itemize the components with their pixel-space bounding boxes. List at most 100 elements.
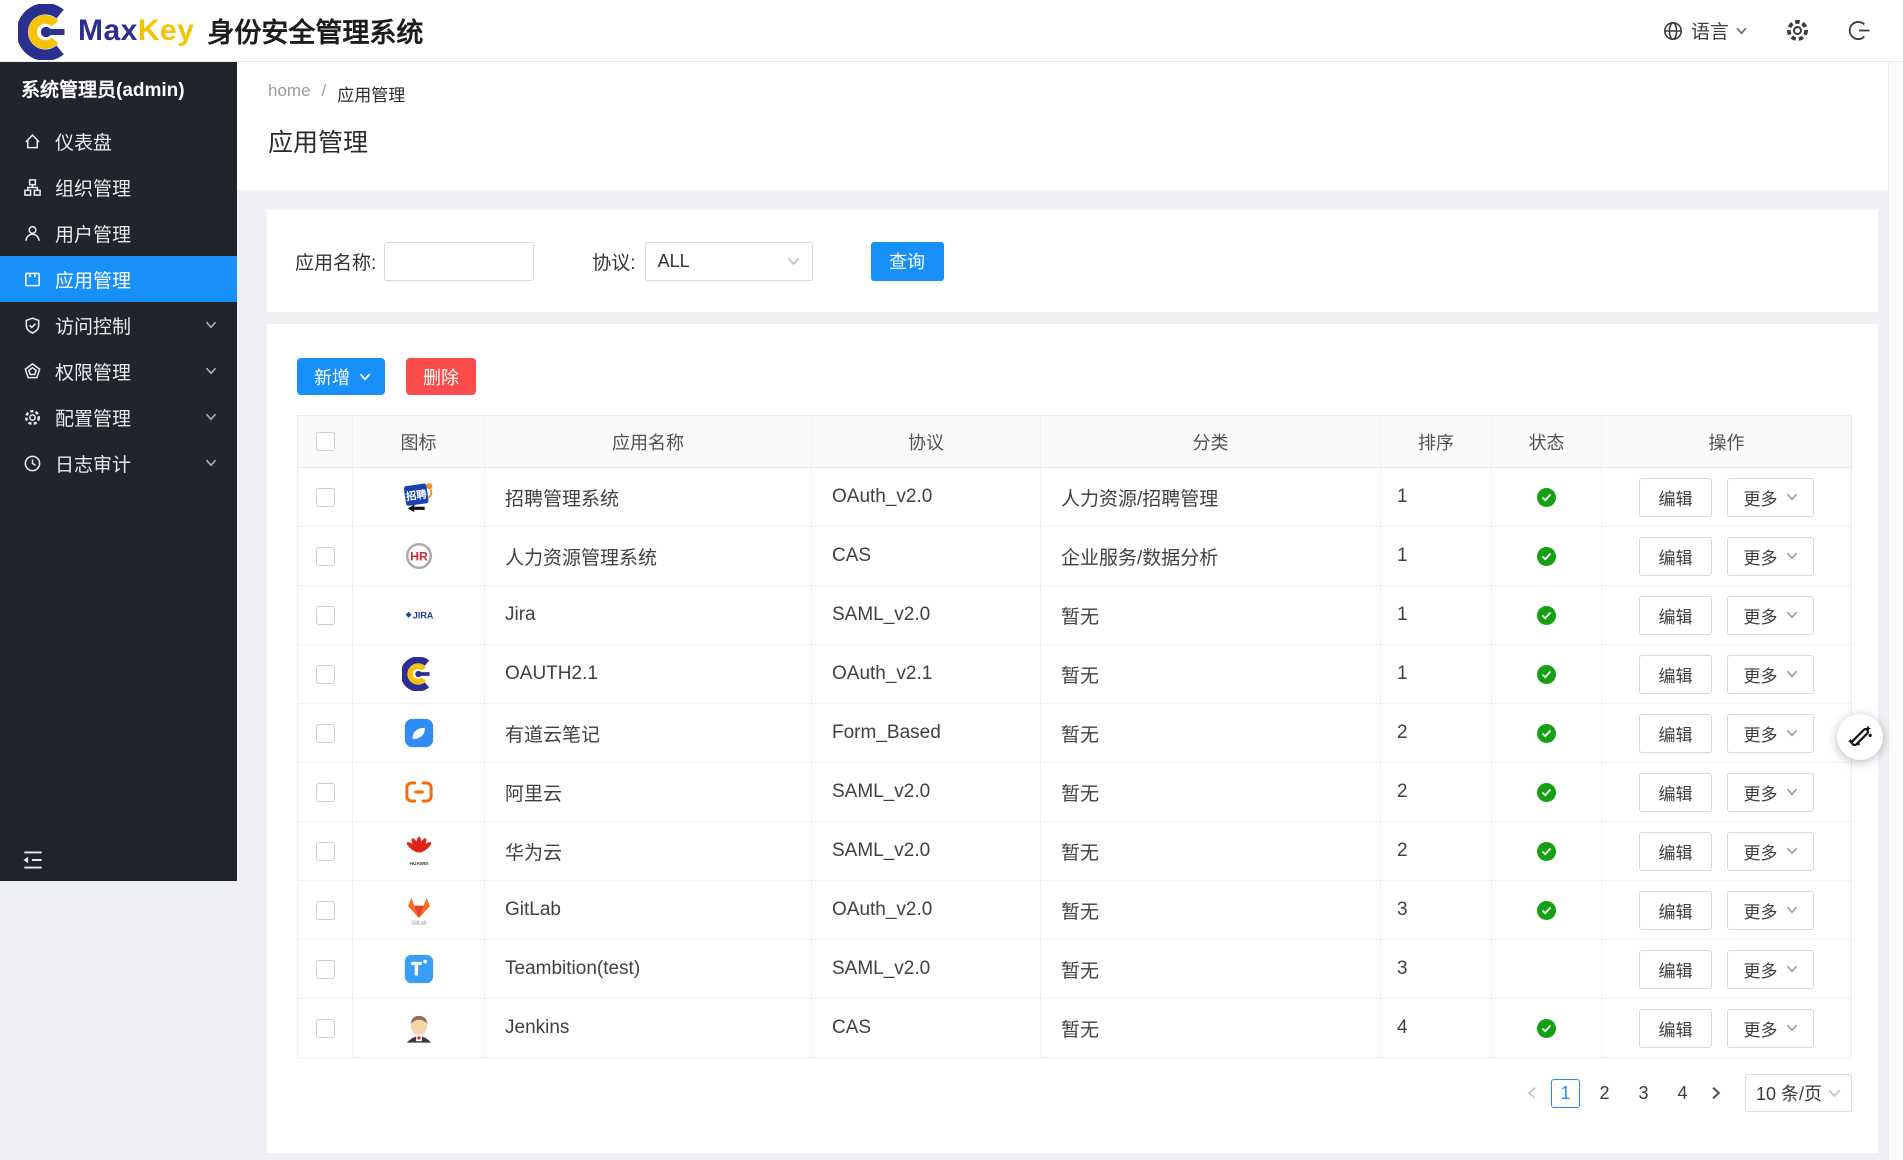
table-toolbar: 新增 删除	[297, 358, 1852, 395]
more-button[interactable]: 更多	[1727, 596, 1814, 635]
app-sort-cell: 1	[1381, 645, 1492, 703]
table-row: OAUTH2.1 OAuth_v2.1 暂无 1 编辑 更多	[298, 645, 1851, 704]
row-checkbox[interactable]	[316, 842, 335, 861]
row-select-cell	[298, 881, 353, 939]
breadcrumb: home / 应用管理	[268, 81, 1903, 106]
jenkins-logo	[402, 1011, 436, 1045]
more-button[interactable]: 更多	[1727, 950, 1814, 989]
select-all-checkbox[interactable]	[316, 432, 335, 451]
edit-button[interactable]: 编辑	[1639, 714, 1712, 753]
page-number-button[interactable]: 3	[1629, 1079, 1658, 1108]
app-icon-cell	[353, 999, 485, 1057]
row-checkbox[interactable]	[316, 783, 335, 802]
prev-page-button[interactable]	[1518, 1086, 1546, 1100]
app-actions-cell: 编辑 更多	[1602, 704, 1851, 762]
app-name-cell: 人力资源管理系统	[485, 527, 812, 585]
edit-button[interactable]: 编辑	[1639, 1009, 1712, 1048]
app-protocol-cell: SAML_v2.0	[812, 763, 1041, 821]
more-button[interactable]: 更多	[1727, 773, 1814, 812]
app-actions-cell: 编辑 更多	[1602, 881, 1851, 939]
app-category-cell: 暂无	[1041, 881, 1381, 939]
breadcrumb-home[interactable]: home	[268, 81, 311, 106]
row-checkbox[interactable]	[316, 488, 335, 507]
magic-wand-floating-button[interactable]	[1837, 714, 1883, 760]
org-icon	[23, 178, 42, 197]
row-checkbox[interactable]	[316, 960, 335, 979]
logout-button[interactable]	[1848, 19, 1871, 42]
app-name-label: 应用名称:	[295, 248, 376, 275]
gitlab-logo: GitLab	[402, 893, 436, 927]
app-status-cell	[1492, 763, 1602, 821]
table-row: GitLab GitLab OAuth_v2.0 暂无 3 编辑 更多	[298, 881, 1851, 940]
table-row: HUAWEI 华为云 SAML_v2.0 暂无 2 编辑 更多	[298, 822, 1851, 881]
row-checkbox[interactable]	[316, 724, 335, 743]
more-button[interactable]: 更多	[1727, 537, 1814, 576]
more-button[interactable]: 更多	[1727, 655, 1814, 694]
language-label: 语言	[1691, 17, 1729, 44]
add-button-label: 新增	[314, 364, 350, 390]
app-protocol-cell: CAS	[812, 999, 1041, 1057]
app-icon-cell: HUAWEI	[353, 822, 485, 880]
add-button[interactable]: 新增	[297, 358, 385, 395]
settings-button[interactable]	[1785, 18, 1810, 43]
chevron-down-icon	[1828, 1089, 1841, 1098]
top-nav: MaxKey 身份安全管理系统 语言	[0, 0, 1903, 62]
sidebar-item-config[interactable]: 配置管理	[0, 394, 237, 440]
app-actions-cell: 编辑 更多	[1602, 940, 1851, 998]
app-protocol-cell: CAS	[812, 527, 1041, 585]
app-sort-cell: 2	[1381, 763, 1492, 821]
app-name-input[interactable]	[384, 242, 534, 281]
row-checkbox[interactable]	[316, 901, 335, 920]
sidebar-item-user[interactable]: 用户管理	[0, 210, 237, 256]
app-category-cell: 暂无	[1041, 940, 1381, 998]
next-page-button[interactable]	[1702, 1086, 1730, 1100]
row-checkbox[interactable]	[316, 547, 335, 566]
edit-button[interactable]: 编辑	[1639, 773, 1712, 812]
table-header-row: 图标 应用名称 协议 分类 排序 状态 操作	[298, 416, 1851, 468]
top-nav-actions: 语言	[1662, 17, 1903, 44]
page-number-button[interactable]: 4	[1668, 1079, 1697, 1108]
edit-button[interactable]: 编辑	[1639, 537, 1712, 576]
edit-button[interactable]: 编辑	[1639, 891, 1712, 930]
row-checkbox[interactable]	[316, 665, 335, 684]
more-button[interactable]: 更多	[1727, 891, 1814, 930]
maxkey-logo	[18, 4, 76, 60]
chevron-down-icon	[1786, 670, 1798, 678]
sidebar-item-app[interactable]: 应用管理	[0, 256, 237, 302]
maxkey-logo	[402, 657, 436, 691]
edit-button[interactable]: 编辑	[1639, 655, 1712, 694]
scrollbar-track[interactable]	[1888, 62, 1903, 1160]
edit-button[interactable]: 编辑	[1639, 832, 1712, 871]
edit-button[interactable]: 编辑	[1639, 596, 1712, 635]
row-checkbox[interactable]	[316, 606, 335, 625]
sidebar-item-access[interactable]: 访问控制	[0, 302, 237, 348]
more-button[interactable]: 更多	[1727, 1009, 1814, 1048]
chevron-down-icon	[1786, 965, 1798, 973]
page-number-button[interactable]: 1	[1551, 1079, 1580, 1108]
search-button[interactable]: 查询	[871, 242, 944, 281]
column-header-icon: 图标	[353, 416, 485, 467]
delete-button[interactable]: 删除	[406, 358, 476, 395]
more-button[interactable]: 更多	[1727, 714, 1814, 753]
app-icon-cell: JIRA	[353, 586, 485, 644]
language-dropdown[interactable]: 语言	[1662, 17, 1747, 44]
app-sort-cell: 2	[1381, 704, 1492, 762]
edit-button[interactable]: 编辑	[1639, 950, 1712, 989]
row-checkbox[interactable]	[316, 1019, 335, 1038]
more-button[interactable]: 更多	[1727, 478, 1814, 517]
edit-button[interactable]: 编辑	[1639, 478, 1712, 517]
page-title: 应用管理	[268, 123, 1903, 159]
row-select-cell	[298, 645, 353, 703]
sidebar-item-dashboard[interactable]: 仪表盘	[0, 118, 237, 164]
sidebar-item-org[interactable]: 组织管理	[0, 164, 237, 210]
sidebar-collapse-button[interactable]	[20, 847, 46, 873]
page-size-select[interactable]: 10 条/页	[1745, 1074, 1852, 1112]
sidebar-item-label: 应用管理	[55, 266, 131, 293]
page-number-button[interactable]: 2	[1590, 1079, 1619, 1108]
protocol-select[interactable]: ALL	[645, 242, 813, 281]
more-button[interactable]: 更多	[1727, 832, 1814, 871]
status-active-icon	[1537, 901, 1556, 920]
jira-logo: JIRA	[402, 598, 436, 632]
sidebar-item-permission[interactable]: 权限管理	[0, 348, 237, 394]
sidebar-item-audit[interactable]: 日志审计	[0, 440, 237, 486]
